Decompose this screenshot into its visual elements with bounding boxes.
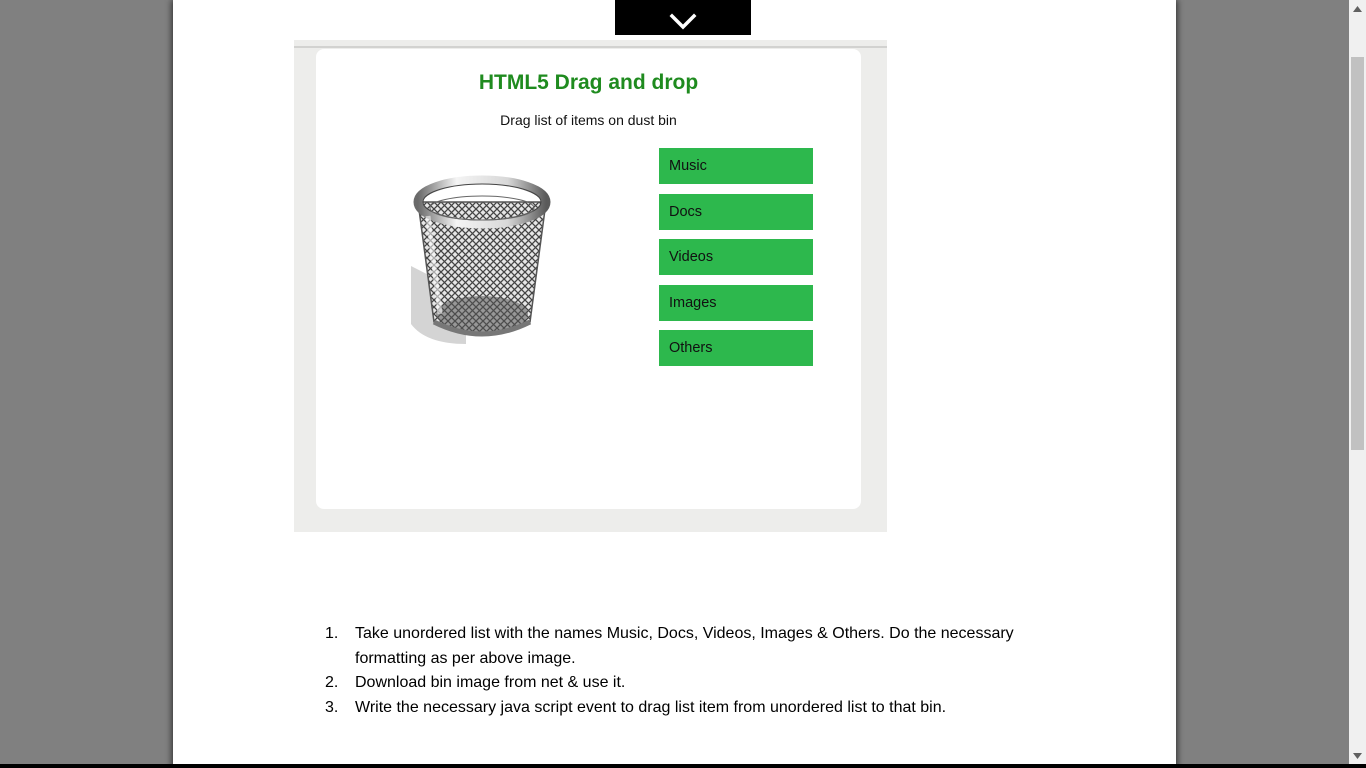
list-item-videos[interactable]: Videos	[659, 239, 813, 275]
scrollbar-thumb[interactable]	[1351, 57, 1364, 450]
instruction-number: 1.	[325, 625, 339, 642]
instruction-text: Take unordered list with the names Music…	[355, 625, 1014, 667]
demo-title: HTML5 Drag and drop	[478, 71, 699, 94]
list-item-music[interactable]: Music	[659, 148, 813, 184]
instruction-item: 1. Take unordered list with the names Mu…	[325, 622, 1065, 671]
figure-top-divider	[294, 46, 887, 48]
embedded-screenshot-figure: HTML5 Drag and drop Drag list of items o…	[294, 40, 887, 532]
collapse-toolbar-button[interactable]	[615, 0, 751, 35]
vertical-scrollbar[interactable]	[1349, 0, 1366, 768]
bottom-edge-bar	[0, 764, 1366, 768]
instruction-text: Write the necessary java script event to…	[355, 698, 947, 716]
demo-subtitle: Drag list of items on dust bin	[500, 112, 677, 128]
chevron-down-icon	[669, 13, 697, 30]
trash-bin-icon	[406, 174, 556, 349]
instruction-number: 2.	[325, 674, 339, 691]
instruction-text: Download bin image from net & use it.	[355, 674, 626, 691]
instruction-number: 3.	[325, 698, 339, 716]
demo-card: HTML5 Drag and drop Drag list of items o…	[316, 49, 861, 509]
scroll-up-arrow-icon[interactable]	[1349, 0, 1366, 17]
document-viewer: HTML5 Drag and drop Drag list of items o…	[0, 0, 1366, 768]
list-item-images[interactable]: Images	[659, 284, 813, 321]
list-item-docs[interactable]: Docs	[659, 193, 813, 230]
draggable-item-list: Music Docs Videos Images Others	[659, 148, 813, 376]
instruction-item: 2. Download bin image from net & use it.	[325, 671, 1065, 696]
list-item-others[interactable]: Others	[659, 330, 813, 366]
scroll-down-arrow-icon[interactable]	[1349, 747, 1366, 764]
instruction-item: 3. Write the necessary java script event…	[325, 696, 1065, 721]
instructions-list: 1. Take unordered list with the names Mu…	[325, 622, 1065, 720]
